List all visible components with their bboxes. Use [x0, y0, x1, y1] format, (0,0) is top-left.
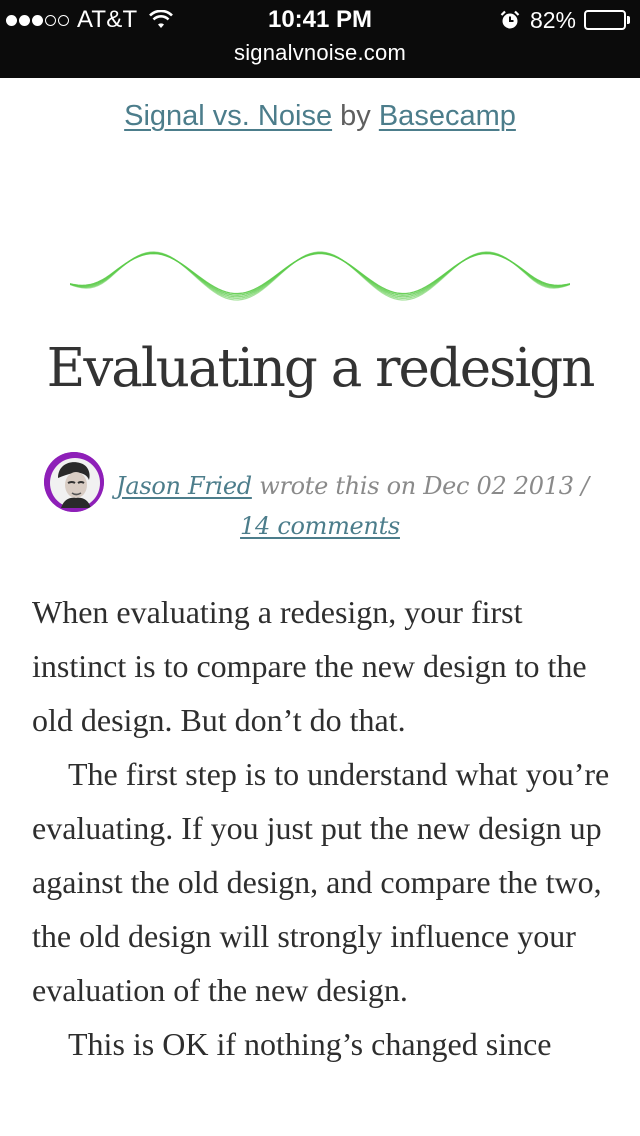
- paragraph: The first step is to understand what you…: [32, 756, 610, 1008]
- wave-strand: [70, 252, 570, 295]
- author-link[interactable]: Jason Fried: [116, 472, 252, 500]
- wave-strand: [70, 251, 570, 301]
- wave-strand: [70, 251, 570, 300]
- status-right: 82%: [500, 6, 630, 34]
- wave-logo: [70, 251, 570, 301]
- site-name-link[interactable]: Signal vs. Noise: [124, 100, 332, 132]
- post-title: Evaluating a redesign: [46, 338, 596, 399]
- wave-strand: [70, 252, 570, 296]
- wave-strand: [70, 252, 570, 298]
- comments-line: 14 comments: [40, 512, 600, 540]
- author-avatar[interactable]: [44, 452, 104, 512]
- status-bar: AT&T 10:41 PM 82% signalvnoise.com: [0, 0, 640, 78]
- paragraph: This is OK if nothing’s changed since: [68, 1026, 552, 1062]
- paragraph: When evaluating a redesign, your first i…: [32, 594, 587, 738]
- site-header: Signal vs. Noise by Basecamp: [0, 100, 640, 133]
- alarm-icon: [500, 10, 520, 30]
- battery-percent: 82%: [529, 6, 576, 33]
- company-link[interactable]: Basecamp: [379, 100, 516, 132]
- comments-link[interactable]: 14 comments: [240, 512, 400, 540]
- site-by-text: by: [340, 100, 371, 132]
- url-bar[interactable]: signalvnoise.com: [0, 40, 640, 66]
- post-date: wrote this on Dec 02 2013 /: [259, 472, 589, 500]
- byline-line: Jason Fried wrote this on Dec 02 2013 /: [116, 472, 589, 500]
- battery-icon: [584, 10, 630, 30]
- post-body: When evaluating a redesign, your first i…: [32, 585, 616, 1071]
